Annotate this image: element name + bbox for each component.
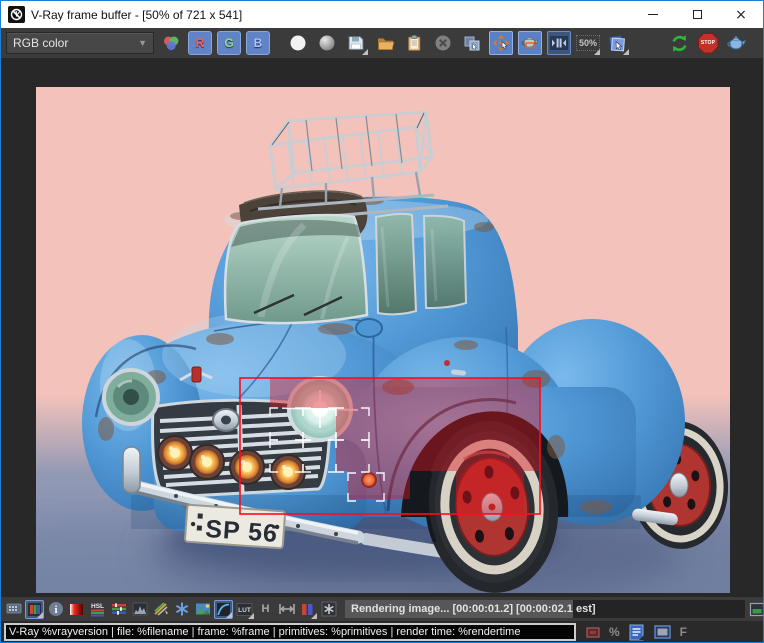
zoom-level-button[interactable]: 50% [576, 31, 601, 55]
curve-pencil-icon[interactable] [151, 600, 170, 619]
red-channel-button[interactable]: R [188, 31, 212, 55]
stereo-h-icon[interactable]: H [256, 600, 275, 619]
maximize-button[interactable] [675, 1, 719, 28]
windshield [223, 213, 369, 325]
monochrome-sphere-icon[interactable] [315, 31, 339, 55]
red-blue-channels-icon[interactable] [298, 600, 317, 619]
force-clamping-icon[interactable] [67, 600, 86, 619]
region-render-toggle[interactable] [518, 31, 542, 55]
render-car-scene: SP 56 [36, 87, 730, 593]
channel-selector-value: RGB color [13, 36, 69, 50]
svg-text:HSL: HSL [91, 603, 104, 610]
white-balance-icon[interactable] [286, 31, 310, 55]
stamp-bar: V-Ray %vrayversion | file: %filename | f… [1, 621, 763, 642]
chevron-down-icon: ▼ [138, 38, 147, 48]
title-bar[interactable]: V-Ray frame buffer - [50% of 721 x 541] … [1, 1, 763, 28]
compare-horizontal-button[interactable] [547, 31, 571, 55]
green-channel-button[interactable]: G [217, 31, 241, 55]
clipboard-button[interactable] [402, 31, 426, 55]
stamp-placement-icon[interactable] [653, 625, 671, 639]
srgb-display-toggle[interactable] [25, 599, 44, 619]
close-button[interactable]: × [719, 1, 763, 28]
window-title: V-Ray frame buffer - [50% of 721 x 541] [31, 7, 243, 22]
stamp-variables-icon[interactable] [629, 624, 645, 641]
srgb-curve-toggle[interactable] [214, 599, 233, 619]
icc-snowflake-icon[interactable] [172, 600, 191, 619]
main-toolbar: RGB color ▼ R G B 50% STOP [1, 28, 763, 58]
follow-mouse-toggle[interactable] [489, 31, 513, 55]
stamp-percent-button[interactable]: % [609, 625, 620, 639]
stereo-width-icon[interactable] [277, 600, 296, 619]
vray-logo-icon [8, 6, 25, 23]
headlight-left [102, 368, 160, 426]
hsl-correction-icon[interactable]: HSL [88, 600, 107, 619]
color-balance-icon[interactable] [109, 600, 128, 619]
minimize-button[interactable] [631, 1, 675, 28]
stop-render-button[interactable]: STOP [696, 31, 720, 55]
stamp-window-icon[interactable] [747, 600, 763, 619]
license-plate-text: SP 56 [204, 515, 278, 548]
corrections-toolbar: i HSL LUT H Rendering image... [00:00:01… [1, 597, 763, 621]
rendered-image[interactable]: SP 56 [36, 87, 730, 593]
license-plate: SP 56 [184, 503, 287, 550]
side-mirror [355, 318, 383, 338]
frame-buffer-canvas[interactable]: SP 56 [1, 58, 763, 597]
render-progress-text: Rendering image... [00:00:01.2] [00:00:0… [351, 603, 596, 615]
render-progress-bar: Rendering image... [00:00:01.2] [00:00:0… [345, 600, 745, 618]
stamp-text-input[interactable]: V-Ray %vrayversion | file: %filename | f… [4, 623, 576, 641]
svg-text:LUT: LUT [238, 607, 251, 614]
duplicate-to-host-icon[interactable] [460, 31, 484, 55]
svg-text:i: i [54, 604, 57, 616]
vray-frame-buffer-window: V-Ray frame buffer - [50% of 721 x 541] … [0, 0, 764, 643]
zoom-level-value: 50% [576, 35, 601, 51]
lut-correction-icon[interactable]: LUT [235, 600, 254, 619]
refresh-icon[interactable] [667, 31, 691, 55]
clear-image-button[interactable] [431, 31, 455, 55]
save-image-button[interactable] [344, 31, 368, 55]
track-mouse-button[interactable] [605, 31, 629, 55]
background-image-icon[interactable] [193, 600, 212, 619]
blue-channel-button[interactable]: B [246, 31, 270, 55]
icc-asterisk-icon[interactable] [319, 600, 338, 619]
stamp-toggle-icon[interactable] [586, 626, 600, 638]
color-wheel-icon[interactable] [159, 31, 183, 55]
show-corrections-icon[interactable] [4, 600, 23, 619]
pixel-info-icon[interactable]: i [46, 600, 65, 619]
load-image-button[interactable] [373, 31, 397, 55]
stop-label: STOP [698, 33, 718, 53]
render-last-button[interactable] [725, 31, 749, 55]
stamp-font-button[interactable]: F [680, 625, 687, 639]
channel-selector-dropdown[interactable]: RGB color ▼ [6, 32, 154, 54]
levels-histogram-icon[interactable] [130, 600, 149, 619]
